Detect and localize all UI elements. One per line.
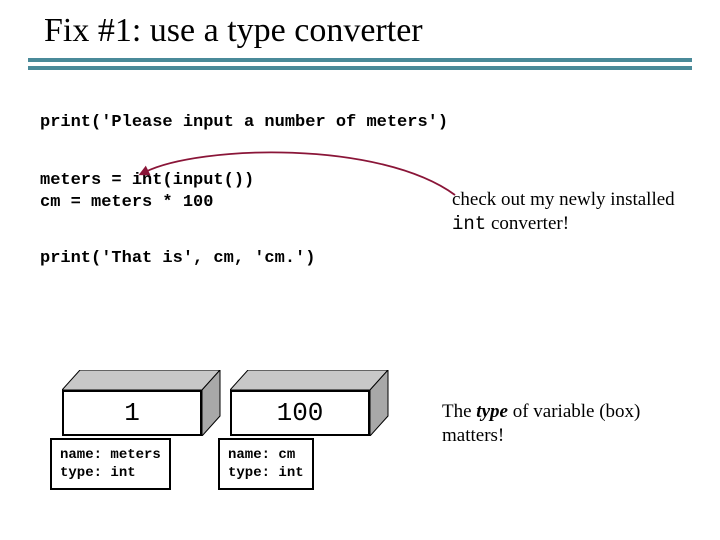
annot2-type: type [476, 401, 508, 422]
annot1-part2: converter! [486, 213, 569, 234]
box-meters-value: 1 [124, 398, 140, 428]
box1-type-label: type: [60, 465, 102, 481]
box-meters-side [202, 370, 224, 436]
box-cm-value: 100 [277, 398, 324, 428]
box-cm-top [230, 370, 390, 392]
box2-type-value: int [278, 465, 303, 481]
box-meters-front: 1 [62, 390, 202, 436]
box2-type-label: type: [228, 465, 270, 481]
box2-name-value: cm [278, 447, 295, 463]
annot1-int: int [452, 213, 486, 235]
box-meters-label: name: meters type: int [50, 438, 171, 490]
annot1-part1: check out my newly installed [452, 189, 675, 210]
box1-name-value: meters [110, 447, 160, 463]
annot2-part1: The [442, 401, 476, 422]
box1-type-value: int [110, 465, 135, 481]
box1-name-label: name: [60, 447, 102, 463]
box-cm-label: name: cm type: int [218, 438, 314, 490]
box-meters-top [62, 370, 222, 392]
annotation-int-converter: check out my newly installed int convert… [452, 188, 702, 236]
box-cm-side [370, 370, 392, 436]
slide: Fix #1: use a type converter print('Plea… [0, 0, 720, 540]
annotation-type-matters: The type of variable (box) matters! [442, 400, 702, 448]
box-cm-front: 100 [230, 390, 370, 436]
box2-name-label: name: [228, 447, 270, 463]
